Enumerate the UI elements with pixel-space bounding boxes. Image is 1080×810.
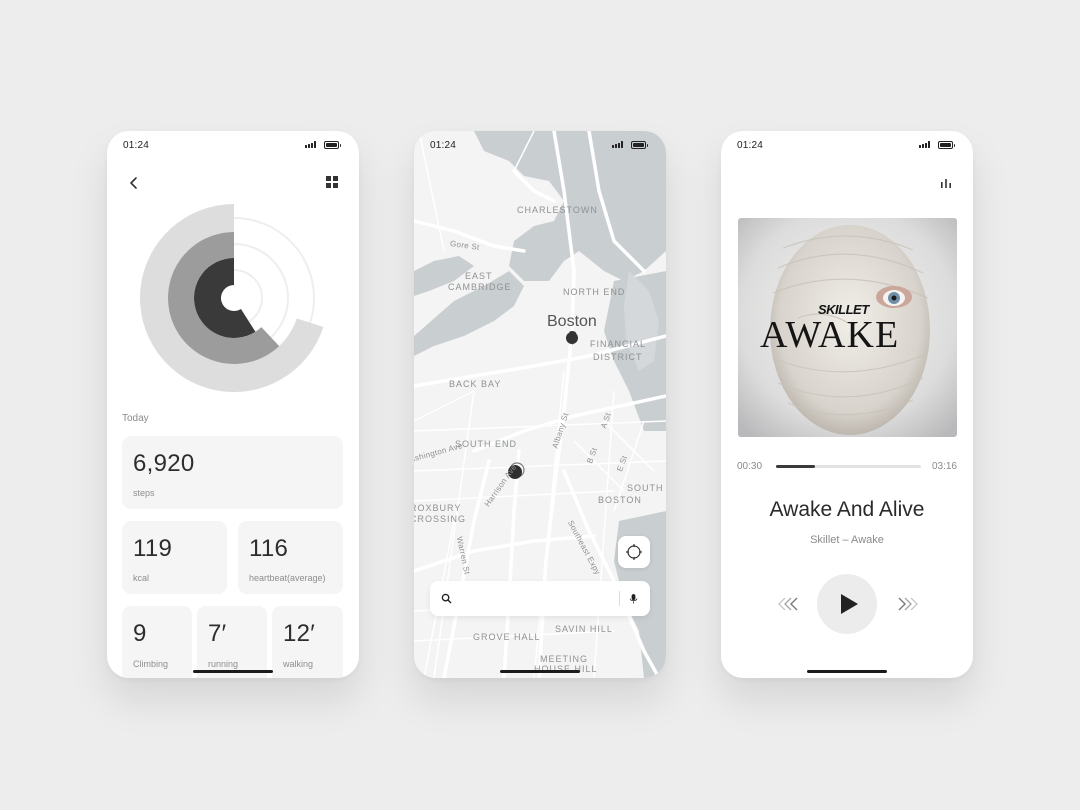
neighborhood-label: ROXBURY (414, 503, 462, 513)
steps-label: steps (133, 488, 155, 498)
running-label: running (208, 659, 239, 669)
home-indicator (807, 670, 887, 673)
fitness-screen: 01:24 Today 6,920 steps 119 kcal 116 hea… (107, 131, 359, 678)
steps-card[interactable]: 6,920 steps (122, 436, 343, 509)
signal-icon (919, 141, 931, 148)
album-cover: SKILLET AWAKE (738, 218, 957, 437)
running-value: 7′ (208, 620, 227, 647)
equalizer-icon[interactable] (939, 176, 953, 190)
neighborhood-label: FINANCIAL (590, 339, 647, 349)
signal-icon (305, 141, 317, 148)
neighborhood-label: CAMBRIDGE (448, 282, 512, 292)
battery-icon (324, 141, 341, 149)
search-icon (441, 593, 452, 604)
neighborhood-label: SAVIN HILL (555, 624, 613, 634)
home-indicator (500, 670, 580, 673)
status-time: 01:24 (430, 140, 457, 151)
neighborhood-label: MEETING (540, 654, 589, 664)
signal-icon (612, 141, 624, 148)
status-bar: 01:24 (721, 131, 973, 161)
song-artist-album: Skillet – Awake (810, 534, 884, 546)
music-player-screen: 01:24 SKILLET AWAKE 00:30 03:16 Awake An… (721, 131, 973, 678)
kcal-label: kcal (133, 573, 150, 583)
neighborhood-label: NORTH END (563, 287, 626, 297)
running-card[interactable]: 7′ running (197, 606, 267, 678)
status-bar: 01:24 (414, 131, 666, 161)
heartbeat-value: 116 (249, 535, 289, 562)
neighborhood-label: DISTRICT (593, 352, 643, 362)
walking-card[interactable]: 12′ walking (272, 606, 343, 678)
next-track-button[interactable] (893, 595, 919, 613)
heartbeat-card[interactable]: 116 heartbeat(average) (238, 521, 343, 594)
search-divider (619, 591, 620, 606)
neighborhood-label: CHARLESTOWN (517, 205, 598, 215)
activity-rings-chart (139, 204, 324, 392)
steps-value: 6,920 (133, 450, 195, 477)
status-time: 01:24 (123, 140, 150, 151)
kcal-value: 119 (133, 535, 173, 562)
play-button[interactable] (817, 574, 877, 634)
battery-icon (631, 141, 648, 149)
status-bar: 01:24 (107, 131, 359, 161)
kcal-card[interactable]: 119 kcal (122, 521, 227, 594)
microphone-icon[interactable] (629, 593, 638, 605)
neighborhood-label: SOUTH (627, 483, 664, 493)
progress-bar[interactable] (776, 465, 921, 468)
walking-label: walking (283, 659, 314, 669)
neighborhood-label: EAST (465, 271, 493, 281)
back-arrow-icon[interactable] (126, 175, 142, 191)
progress-fill (776, 465, 816, 468)
today-label: Today (122, 413, 149, 424)
climbing-value: 9 (133, 620, 147, 647)
song-title: Awake And Alive (769, 498, 925, 521)
current-time: 00:30 (737, 461, 763, 472)
home-indicator (193, 670, 273, 673)
previous-track-button[interactable] (777, 595, 803, 613)
heartbeat-label: heartbeat(average) (249, 573, 326, 583)
crosshair-icon (626, 544, 642, 560)
play-icon (841, 594, 858, 614)
map-search-bar[interactable] (430, 581, 650, 616)
rewind-icon (778, 597, 798, 611)
status-time: 01:24 (737, 140, 764, 151)
city-label: Boston (547, 313, 597, 330)
album-title-logo: AWAKE (760, 314, 900, 356)
walking-value: 12′ (283, 620, 316, 647)
map-search-input[interactable] (460, 589, 614, 609)
map-screen: Boston CHARLESTOWN NORTH END FINANCIAL D… (414, 131, 666, 678)
climbing-card[interactable]: 9 Climbing (122, 606, 192, 678)
neighborhood-label: CROSSING (414, 514, 467, 524)
battery-icon (938, 141, 955, 149)
climbing-label: Climbing (133, 659, 169, 669)
fast-forward-icon (898, 597, 918, 611)
neighborhood-label: GROVE HALL (473, 632, 541, 642)
total-time: 03:16 (931, 461, 957, 472)
neighborhood-label: BACK BAY (449, 379, 502, 389)
neighborhood-label: BOSTON (598, 495, 642, 505)
grid-icon[interactable] (325, 175, 339, 189)
locate-me-button[interactable] (618, 536, 650, 568)
neighborhood-label: SOUTH END (455, 439, 518, 449)
